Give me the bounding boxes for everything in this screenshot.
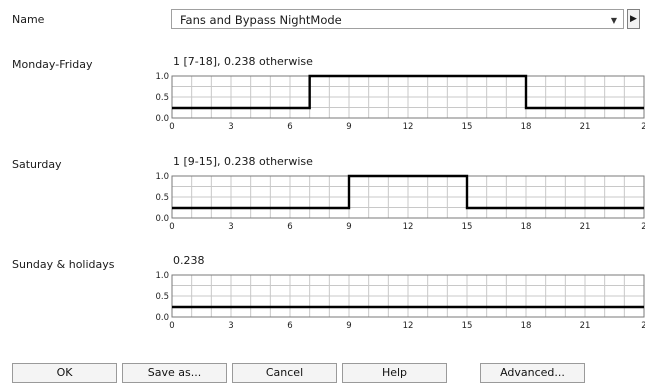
x-tick-label: 3 <box>228 321 233 331</box>
x-tick-label: 15 <box>462 122 473 132</box>
schedule-label-saturday: Saturday <box>12 158 62 171</box>
schedule-label-sunday-holidays: Sunday & holidays <box>12 258 115 271</box>
x-tick-label: 0 <box>169 222 174 232</box>
schedule-chart-svg[interactable]: 1.0 0.5 0.00 3 6 9 12 15 18 21 2 <box>148 68 645 138</box>
y-tick-label: 0.5 <box>155 93 169 103</box>
schedule-chart-weekdays[interactable]: 1.0 0.5 0.0 0 3 6 9 12 15 18 21 2 <box>148 68 645 138</box>
schedule-chart-sunday-holidays[interactable]: 1.0 0.5 0.0 0 3 6 9 12 15 18 21 2 <box>148 267 645 337</box>
chevron-down-icon[interactable]: ▼ <box>611 16 617 25</box>
x-tick-label: 18 <box>521 321 532 331</box>
x-tick-label: 21 <box>580 122 591 132</box>
y-tick-label: 1.0 <box>155 172 169 182</box>
x-tick-label: 15 <box>462 321 473 331</box>
x-tick-label: 0 <box>169 321 174 331</box>
ok-button[interactable]: OK <box>12 363 117 383</box>
name-label: Name <box>12 13 45 26</box>
play-right-icon[interactable]: ▶ <box>627 9 640 29</box>
schedule-name-value: Fans and Bypass NightMode <box>180 13 342 27</box>
x-tick-label: 21 <box>580 321 591 331</box>
save-as-button[interactable]: Save as... <box>122 363 227 383</box>
schedule-summary-sunday-holidays: 0.238 <box>173 254 205 267</box>
y-tick-label: 0.5 <box>155 193 169 203</box>
x-tick-label: 2 <box>641 321 645 331</box>
y-tick-label: 1.0 <box>155 72 169 82</box>
y-tick-label: 0.0 <box>155 114 169 124</box>
y-tick-label: 1.0 <box>155 271 169 281</box>
x-tick-label: 15 <box>462 222 473 232</box>
x-tick-label: 6 <box>287 321 292 331</box>
x-tick-label: 6 <box>287 122 292 132</box>
schedule-name-select[interactable]: Fans and Bypass NightMode ▼ <box>171 9 624 29</box>
x-tick-label: 2 <box>641 222 645 232</box>
x-tick-label: 3 <box>228 122 233 132</box>
schedule-chart-saturday[interactable]: 1.0 0.5 0.0 0 3 6 9 12 15 18 21 2 <box>148 168 645 238</box>
schedule-chart-svg[interactable]: 1.0 0.5 0.00 3 6 9 12 15 18 21 2 <box>148 267 645 337</box>
x-tick-label: 12 <box>403 321 414 331</box>
schedule-label-weekdays: Monday-Friday <box>12 58 93 71</box>
schedule-summary-weekdays: 1 [7-18], 0.238 otherwise <box>173 55 313 68</box>
x-tick-label: 21 <box>580 222 591 232</box>
help-button[interactable]: Help <box>342 363 447 383</box>
x-tick-label: 12 <box>403 122 414 132</box>
x-tick-label: 9 <box>346 122 351 132</box>
x-tick-label: 0 <box>169 122 174 132</box>
schedule-summary-saturday: 1 [9-15], 0.238 otherwise <box>173 155 313 168</box>
x-tick-label: 18 <box>521 222 532 232</box>
x-tick-label: 9 <box>346 222 351 232</box>
cancel-button[interactable]: Cancel <box>232 363 337 383</box>
schedule-chart-svg[interactable]: 1.0 0.5 0.00 3 6 9 12 15 18 21 2 <box>148 168 645 238</box>
x-tick-label: 3 <box>228 222 233 232</box>
y-tick-label: 0.0 <box>155 313 169 323</box>
x-tick-label: 12 <box>403 222 414 232</box>
x-tick-label: 9 <box>346 321 351 331</box>
y-tick-label: 0.0 <box>155 214 169 224</box>
x-tick-label: 18 <box>521 122 532 132</box>
y-tick-label: 0.5 <box>155 292 169 302</box>
x-tick-label: 2 <box>641 122 645 132</box>
x-tick-label: 6 <box>287 222 292 232</box>
advanced-button[interactable]: Advanced... <box>480 363 585 383</box>
